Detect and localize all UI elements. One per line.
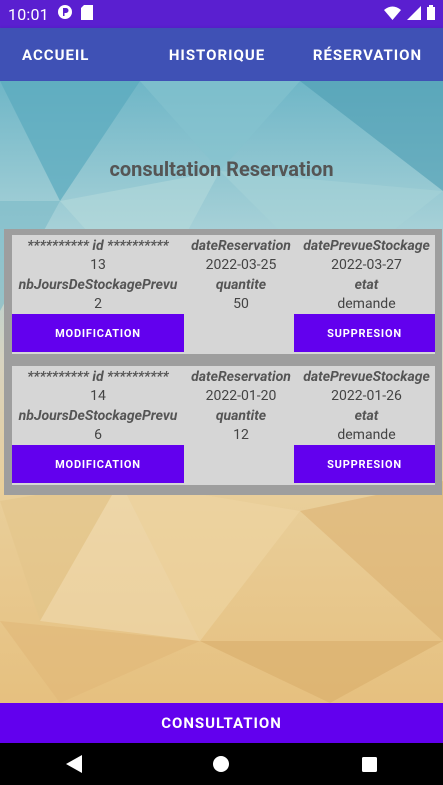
header-date-reservation: dateReservation: [191, 369, 291, 385]
modification-button[interactable]: MODIFICATION: [12, 314, 184, 352]
nav-accueil-button[interactable]: ACCUEIL: [0, 28, 142, 81]
page-title: consultation Reservation: [109, 157, 334, 181]
header-etat: etat: [354, 408, 379, 424]
suppression-button[interactable]: SUPPRESION: [294, 445, 435, 483]
value-quantite: 12: [233, 427, 249, 443]
header-date-reservation: dateReservation: [191, 238, 291, 254]
value-date-prevue: 2022-03-27: [331, 257, 402, 273]
value-id: 14: [90, 388, 106, 404]
reservation-list: ********** id ********** dateReservation…: [4, 229, 442, 495]
status-bar: 10:01: [0, 0, 443, 28]
value-quantite: 50: [233, 296, 249, 312]
header-date-prevue: datePrevueStockage: [303, 238, 430, 254]
header-quantite: quantite: [215, 277, 267, 293]
header-date-prevue: datePrevueStockage: [303, 369, 430, 385]
value-date-reservation: 2022-03-25: [205, 257, 277, 273]
recents-icon[interactable]: [339, 743, 399, 785]
signal-icon: [407, 5, 421, 24]
wifi-icon: [384, 5, 401, 24]
header-quantite: quantite: [215, 408, 267, 424]
status-time: 10:01: [8, 4, 49, 24]
header-nb-jours: nbJoursDeStockagePrevu: [18, 277, 178, 293]
consultation-button[interactable]: CONSULTATION: [0, 703, 443, 743]
back-icon[interactable]: [44, 743, 104, 785]
system-navigation-bar: [0, 743, 443, 785]
value-date-reservation: 2022-01-20: [205, 388, 277, 404]
top-navigation: ACCUEIL HISTORIQUE RÉSERVATION: [0, 28, 443, 81]
app-notification-icon: [57, 4, 73, 24]
value-etat: demande: [337, 427, 396, 443]
nav-historique-button[interactable]: HISTORIQUE: [142, 28, 292, 81]
value-etat: demande: [337, 296, 396, 312]
home-icon[interactable]: [191, 743, 251, 785]
header-id: ********** id **********: [27, 238, 169, 254]
header-nb-jours: nbJoursDeStockagePrevu: [18, 408, 178, 424]
reservation-card: ********** id ********** dateReservation…: [12, 235, 435, 354]
modification-button[interactable]: MODIFICATION: [12, 445, 184, 483]
value-nb-jours: 2: [94, 296, 102, 312]
header-id: ********** id **********: [27, 369, 169, 385]
value-id: 13: [90, 257, 106, 273]
content-area: consultation Reservation ********** id *…: [0, 81, 443, 703]
nav-reservation-button[interactable]: RÉSERVATION: [292, 28, 443, 81]
sd-card-icon: [80, 4, 93, 24]
value-date-prevue: 2022-01-26: [331, 388, 402, 404]
value-nb-jours: 6: [94, 427, 102, 443]
header-etat: etat: [354, 277, 379, 293]
suppression-button[interactable]: SUPPRESION: [294, 314, 435, 352]
reservation-card: ********** id ********** dateReservation…: [12, 366, 435, 485]
battery-icon: [427, 4, 435, 24]
